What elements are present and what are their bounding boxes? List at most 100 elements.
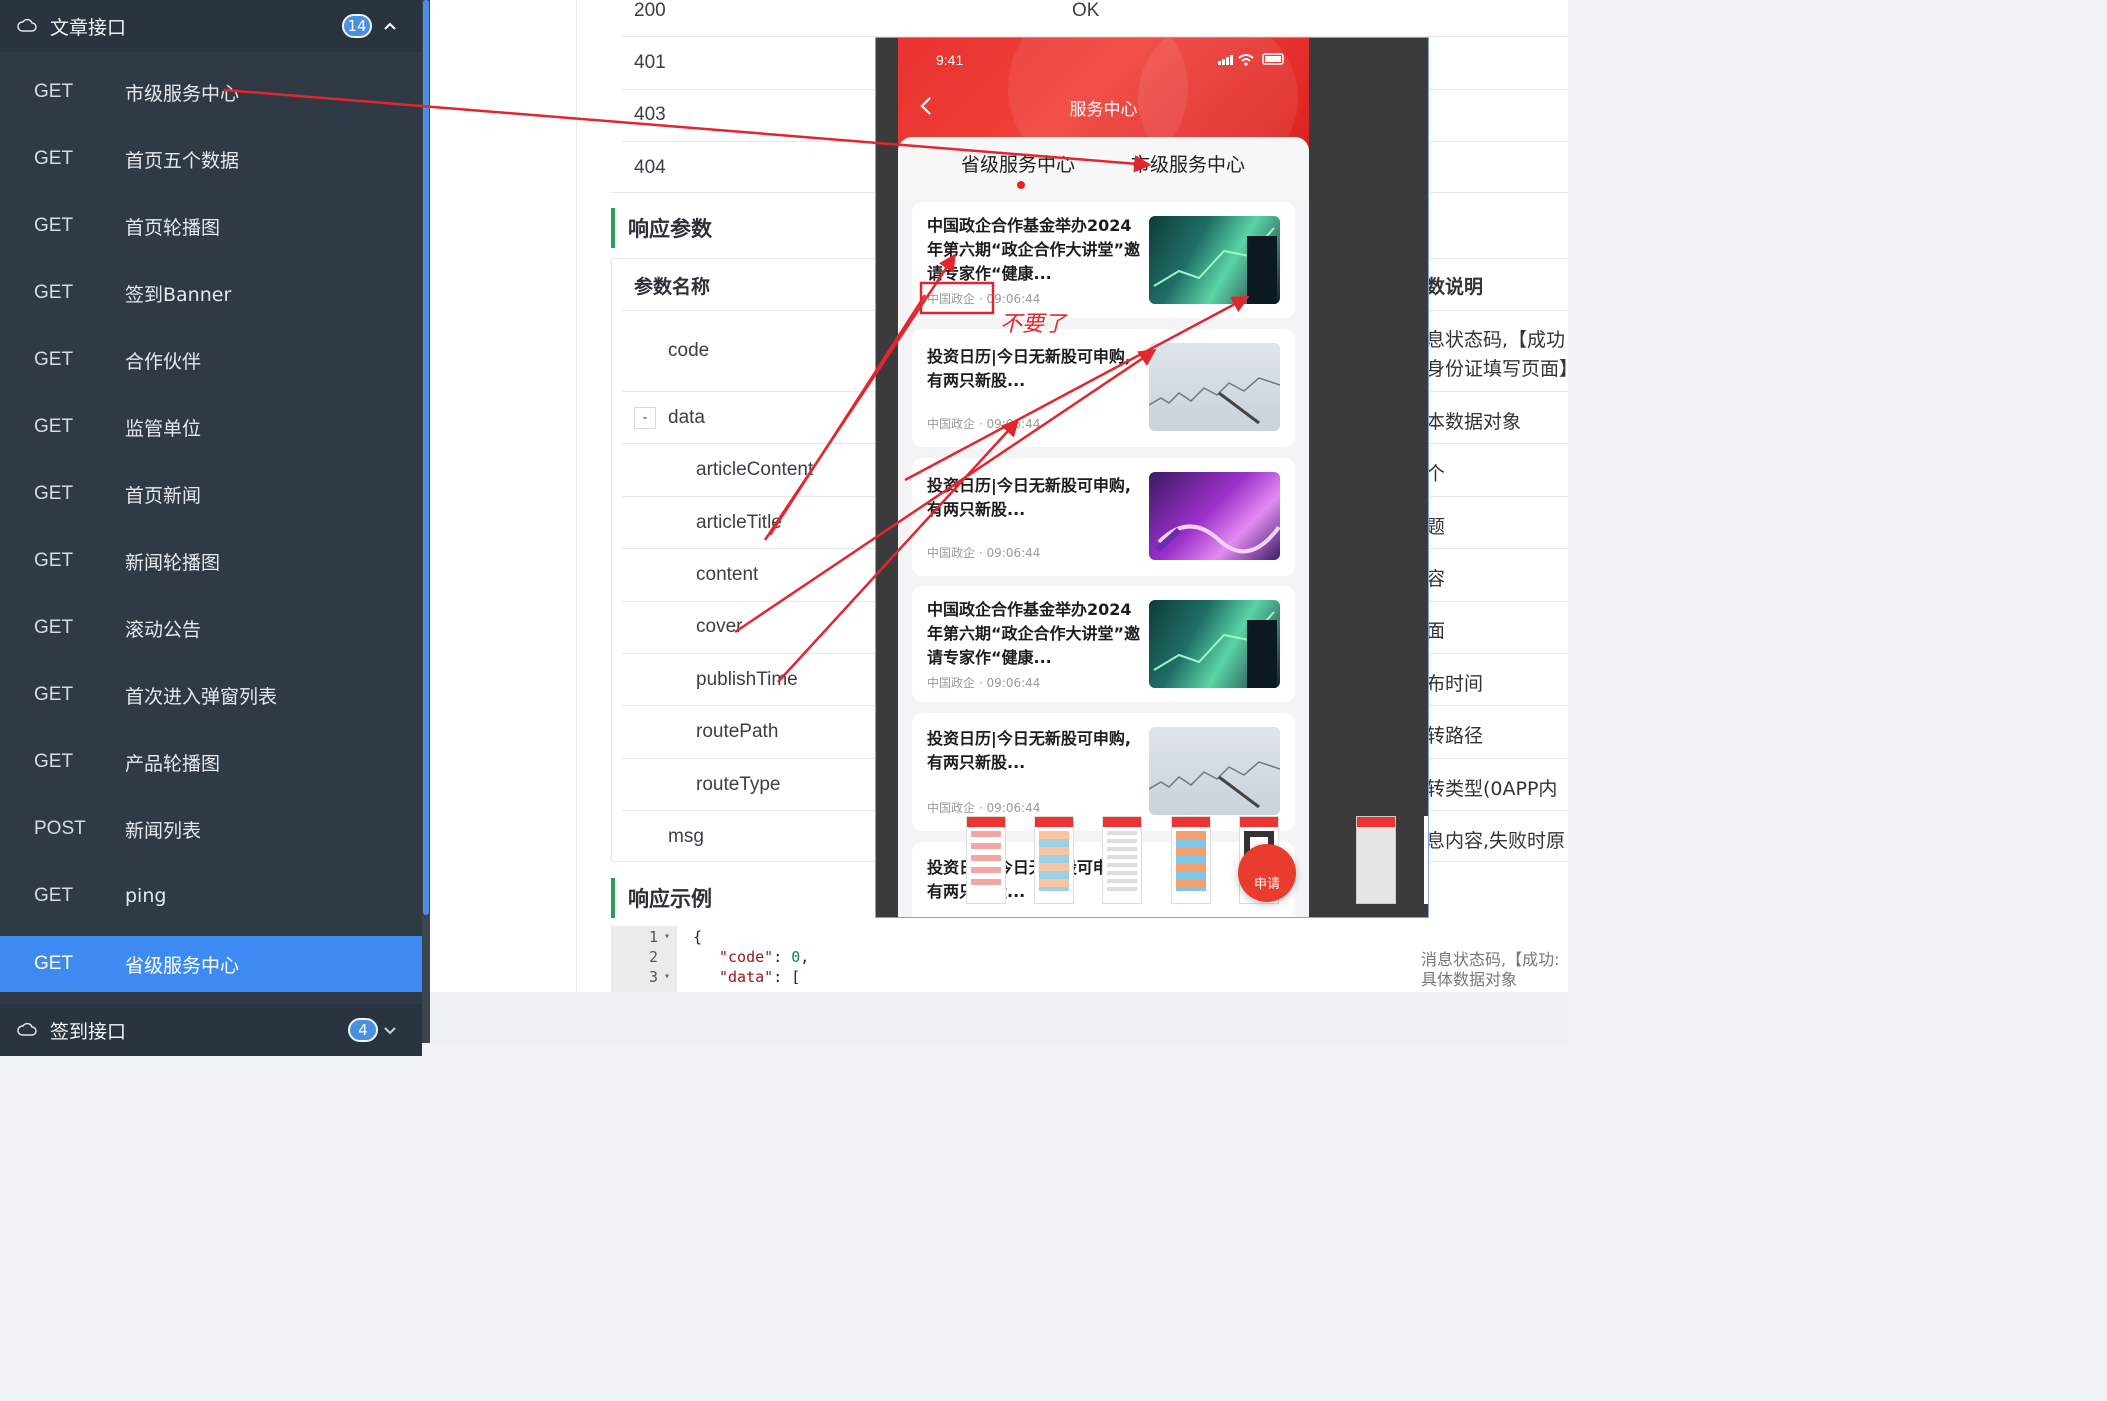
- json-end: ,: [800, 948, 810, 966]
- api-item[interactable]: GET 首页新闻: [0, 466, 422, 522]
- news-time: 09:06:44: [986, 676, 1041, 690]
- api-item[interactable]: POST 新闻列表: [0, 801, 422, 857]
- news-thumbnail: [1149, 216, 1280, 304]
- http-method: GET: [34, 751, 74, 772]
- scrollbar-thumb[interactable]: [423, 0, 429, 915]
- code-line: "data": [: [719, 968, 800, 986]
- json-value: [: [791, 968, 801, 986]
- code-line: {: [693, 928, 703, 946]
- api-item[interactable]: GET 合作伙伴: [0, 332, 422, 388]
- news-card[interactable]: 投资日历|今日无新股可申购,有两只新股... 中国政企 · 09:06:44: [912, 329, 1295, 447]
- active-tab-indicator: [1017, 181, 1025, 189]
- json-value: 0: [791, 948, 801, 966]
- api-name: 监管单位: [125, 417, 202, 440]
- group-header-article-api[interactable]: 文章接口 14: [0, 0, 422, 52]
- news-source: 中国政企: [927, 676, 976, 690]
- news-title: 中国政企合作基金举办2024年第六期“政企合作大讲堂”邀请专家作“健康...: [927, 216, 1141, 283]
- news-title: 投资日历|今日无新股可申购,有两只新股...: [927, 347, 1131, 390]
- separator: ·: [978, 417, 983, 431]
- api-name: 市级服务中心: [125, 82, 240, 105]
- api-name: 合作伙伴: [125, 350, 202, 373]
- mini-screenshot: [1171, 816, 1211, 904]
- api-item[interactable]: GET 新闻轮播图: [0, 533, 422, 589]
- status-code: 200: [634, 0, 666, 21]
- news-card[interactable]: 投资日历|今日无新股可申购,有两只新股... 中国政企 · 09:06:44: [912, 458, 1295, 576]
- news-meta: 中国政企 · 09:06:44: [927, 799, 1040, 816]
- chevron-down-icon[interactable]: [382, 1022, 398, 1038]
- param-name: data: [668, 407, 705, 428]
- column-header-desc: 数说明: [1426, 276, 1484, 298]
- news-time: 09:06:44: [986, 801, 1041, 815]
- news-source: 中国政企: [927, 417, 976, 431]
- json-sep: :: [773, 948, 792, 966]
- news-thumbnail: [1149, 727, 1280, 815]
- param-desc: 本数据对象: [1426, 411, 1522, 433]
- collapse-toggle[interactable]: -: [634, 407, 656, 429]
- http-method: GET: [34, 885, 74, 906]
- api-item[interactable]: GET 首页五个数据: [0, 131, 422, 187]
- api-item-active[interactable]: GET 省级服务中心: [0, 936, 422, 992]
- line-number: 2: [649, 948, 659, 966]
- param-desc: 息状态码,【成功: [1426, 329, 1566, 351]
- doc-footer-area: [430, 992, 1568, 1043]
- http-method: GET: [34, 148, 74, 169]
- api-item[interactable]: GET ping: [0, 868, 422, 924]
- annotation-note: 不要了: [1000, 312, 1067, 337]
- section-title-response-params: 响应参数: [611, 208, 712, 248]
- chevron-up-icon[interactable]: [382, 18, 398, 34]
- param-desc: 转类型(0APP内: [1426, 778, 1558, 800]
- news-title: 投资日历|今日无新股可申购,有两只新股...: [927, 729, 1131, 772]
- news-time: 09:06:44: [986, 417, 1041, 431]
- code-editor[interactable]: 1 ▾ { 2 "code": 0, 3 ▾ "data": [: [611, 926, 1421, 992]
- separator: ·: [978, 292, 983, 306]
- api-item[interactable]: GET 产品轮播图: [0, 734, 422, 790]
- count-badge: 14: [342, 14, 372, 38]
- api-item[interactable]: GET 滚动公告: [0, 600, 422, 656]
- api-name: 产品轮播图: [125, 752, 221, 775]
- divider: [576, 0, 577, 992]
- mini-screenshot: [1034, 816, 1074, 904]
- news-title: 投资日历|今日无新股可申购,有两只新股...: [927, 476, 1131, 519]
- json-key: "code": [719, 948, 774, 966]
- api-name: 新闻列表: [125, 819, 202, 842]
- phone-screen: 9:41 服务中心 省级服务中心 市级服务中心 中国政企合作基金举办2024年第…: [898, 38, 1309, 917]
- api-item[interactable]: GET 首次进入弹窗列表: [0, 667, 422, 723]
- status-desc: OK: [1072, 0, 1100, 21]
- news-card[interactable]: 投资日历|今日无新股可申购,有两只新股... 中国政企 · 09:06:44: [912, 713, 1295, 831]
- param-desc: 布时间: [1426, 673, 1484, 695]
- tab-bar: 省级服务中心 市级服务中心: [898, 137, 1309, 199]
- chart-image: [1153, 611, 1277, 688]
- news-thumbnail: [1149, 600, 1280, 688]
- status-bar-icons: [1218, 53, 1284, 66]
- param-name: articleContent: [696, 459, 814, 480]
- news-meta: 中国政企 · 09:06:44: [927, 674, 1040, 691]
- apply-fab-button[interactable]: 申请: [1238, 844, 1296, 902]
- tab-province[interactable]: 省级服务中心: [961, 150, 1075, 177]
- news-card[interactable]: 中国政企合作基金举办2024年第六期“政企合作大讲堂”邀请专家作“健康... 中…: [912, 202, 1295, 318]
- sidebar-scrollbar[interactable]: [422, 0, 430, 1043]
- api-name: 首页五个数据: [125, 149, 240, 172]
- mini-screenshot: [966, 816, 1006, 904]
- group-title: 签到接口: [50, 1020, 127, 1043]
- news-source: 中国政企: [927, 801, 976, 815]
- tab-city[interactable]: 市级服务中心: [1131, 150, 1245, 177]
- count-badge: 4: [348, 1018, 378, 1042]
- news-time: 09:06:44: [986, 546, 1041, 560]
- section-title-text: 响应参数: [628, 217, 712, 241]
- api-item[interactable]: GET 监管单位: [0, 399, 422, 455]
- json-key: "data": [719, 968, 774, 986]
- section-title-text: 响应示例: [628, 887, 712, 911]
- fold-icon[interactable]: ▾: [664, 931, 670, 942]
- api-item[interactable]: GET 首页轮播图: [0, 198, 422, 254]
- group-header-checkin-api[interactable]: 签到接口 4: [0, 1004, 422, 1056]
- news-meta: 中国政企 · 09:06:44: [927, 544, 1040, 561]
- json-sep: :: [773, 968, 792, 986]
- news-time: 09:06:44: [986, 292, 1041, 306]
- api-name: 省级服务中心: [125, 954, 240, 977]
- mini-screenshot: [1424, 816, 1428, 904]
- news-card[interactable]: 中国政企合作基金举办2024年第六期“政企合作大讲堂”邀请专家作“健康... 中…: [912, 586, 1295, 702]
- api-item[interactable]: GET 签到Banner: [0, 265, 422, 321]
- api-item[interactable]: GET 市级服务中心: [0, 64, 422, 120]
- fold-icon[interactable]: ▾: [664, 971, 670, 982]
- api-name: 首页轮播图: [125, 216, 221, 239]
